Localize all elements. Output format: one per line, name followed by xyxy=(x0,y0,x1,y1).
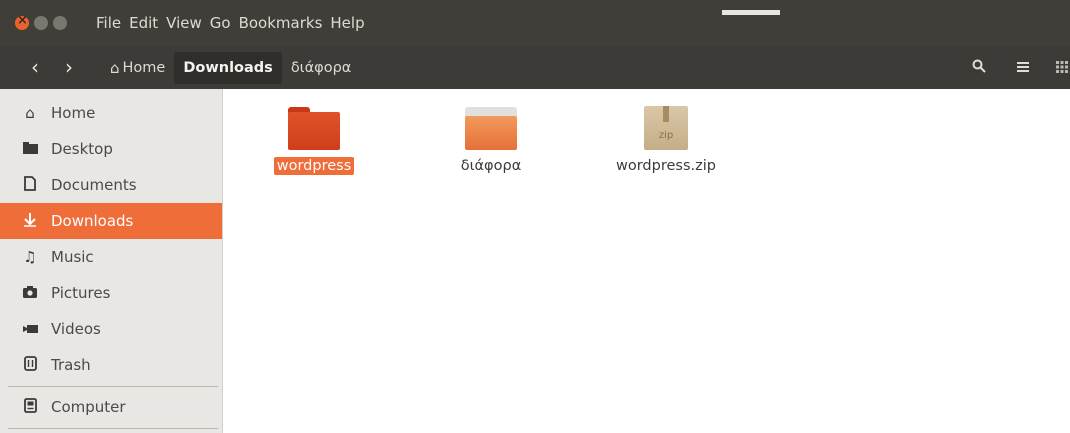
breadcrumb-label: διάφορα xyxy=(290,60,352,76)
file-name-label: wordpress xyxy=(273,157,355,175)
sidebar-item-label: Documents xyxy=(51,176,137,194)
menu-view[interactable]: View xyxy=(166,14,202,32)
home-icon: ⌂ xyxy=(110,59,120,77)
sidebar-item-label: Downloads xyxy=(51,212,134,230)
trash-icon xyxy=(20,355,40,375)
file-item-diafora-folder[interactable]: διάφορα xyxy=(421,106,561,175)
sidebar-item-label: Pictures xyxy=(51,284,111,302)
sidebar-item-label: Desktop xyxy=(51,140,113,158)
menu-help[interactable]: Help xyxy=(330,14,364,32)
maximize-window-button[interactable] xyxy=(53,16,67,30)
menu-bar: File Edit View Go Bookmarks Help xyxy=(0,0,1070,46)
breadcrumb-diafora[interactable]: διάφορα xyxy=(282,52,361,84)
toolbar: ‹ › ⌂ Home Downloads διάφορα xyxy=(0,46,1070,89)
menu-go[interactable]: Go xyxy=(210,14,231,32)
zip-badge-text: zip xyxy=(658,130,674,141)
file-item-wordpress-folder[interactable]: wordpress xyxy=(244,106,384,175)
menu-list: File Edit View Go Bookmarks Help xyxy=(96,14,365,32)
file-name-label: wordpress.zip xyxy=(616,158,716,174)
search-icon[interactable] xyxy=(966,55,992,81)
sidebar-divider xyxy=(8,428,218,429)
sidebar-item-computer[interactable]: Computer xyxy=(0,389,222,425)
zip-archive-icon: zip xyxy=(644,106,688,150)
desktop-folder-icon xyxy=(20,140,40,158)
breadcrumb-label: Home xyxy=(122,60,166,76)
computer-icon xyxy=(20,397,40,417)
sidebar-item-label: Videos xyxy=(51,320,101,338)
close-window-button[interactable] xyxy=(15,13,29,30)
sidebar-item-documents[interactable]: Documents xyxy=(0,167,222,203)
menu-edit[interactable]: Edit xyxy=(129,14,158,32)
sidebar: ⌂ Home Desktop Documents Downloads ♫ Mus… xyxy=(0,89,223,433)
document-icon xyxy=(20,175,40,195)
music-icon: ♫ xyxy=(23,248,37,266)
breadcrumb-label: Downloads xyxy=(183,60,273,76)
list-view-icon[interactable] xyxy=(1010,55,1036,81)
home-icon: ⌂ xyxy=(25,104,35,122)
camera-icon xyxy=(20,284,40,302)
sidebar-item-videos[interactable]: Videos xyxy=(0,311,222,347)
back-button[interactable]: ‹ xyxy=(20,53,50,83)
menu-bookmarks[interactable]: Bookmarks xyxy=(239,14,323,32)
forward-button[interactable]: › xyxy=(54,53,84,83)
sidebar-item-music[interactable]: ♫ Music xyxy=(0,239,222,275)
sidebar-divider xyxy=(8,386,218,387)
file-item-wordpress-zip[interactable]: zip wordpress.zip xyxy=(596,106,736,175)
sidebar-item-trash[interactable]: Trash xyxy=(0,347,222,383)
window-title-bar-mark xyxy=(722,10,780,15)
menu-file[interactable]: File xyxy=(96,14,121,32)
breadcrumb-home[interactable]: ⌂ Home xyxy=(101,52,174,84)
video-camera-icon xyxy=(20,320,40,338)
sidebar-item-label: Computer xyxy=(51,398,126,416)
folder-icon xyxy=(288,106,340,150)
file-manager-window: File Edit View Go Bookmarks Help ‹ › ⌂ H… xyxy=(0,0,1070,433)
sidebar-item-desktop[interactable]: Desktop xyxy=(0,131,222,167)
download-arrow-icon xyxy=(20,212,40,231)
minimize-window-button[interactable] xyxy=(34,16,48,30)
breadcrumb: ⌂ Home Downloads διάφορα xyxy=(101,52,360,84)
folder-icon xyxy=(465,106,517,150)
sidebar-item-label: Home xyxy=(51,104,96,122)
sidebar-item-pictures[interactable]: Pictures xyxy=(0,275,222,311)
file-view: wordpress διάφορα zip wordpress.zip xyxy=(223,89,1070,433)
file-name-label: διάφορα xyxy=(460,158,522,174)
sidebar-item-label: Trash xyxy=(51,356,91,374)
grid-view-icon[interactable] xyxy=(1049,55,1070,81)
breadcrumb-downloads[interactable]: Downloads xyxy=(174,52,282,84)
sidebar-item-label: Music xyxy=(51,248,94,266)
sidebar-item-downloads[interactable]: Downloads xyxy=(0,203,222,239)
sidebar-item-home[interactable]: ⌂ Home xyxy=(0,95,222,131)
